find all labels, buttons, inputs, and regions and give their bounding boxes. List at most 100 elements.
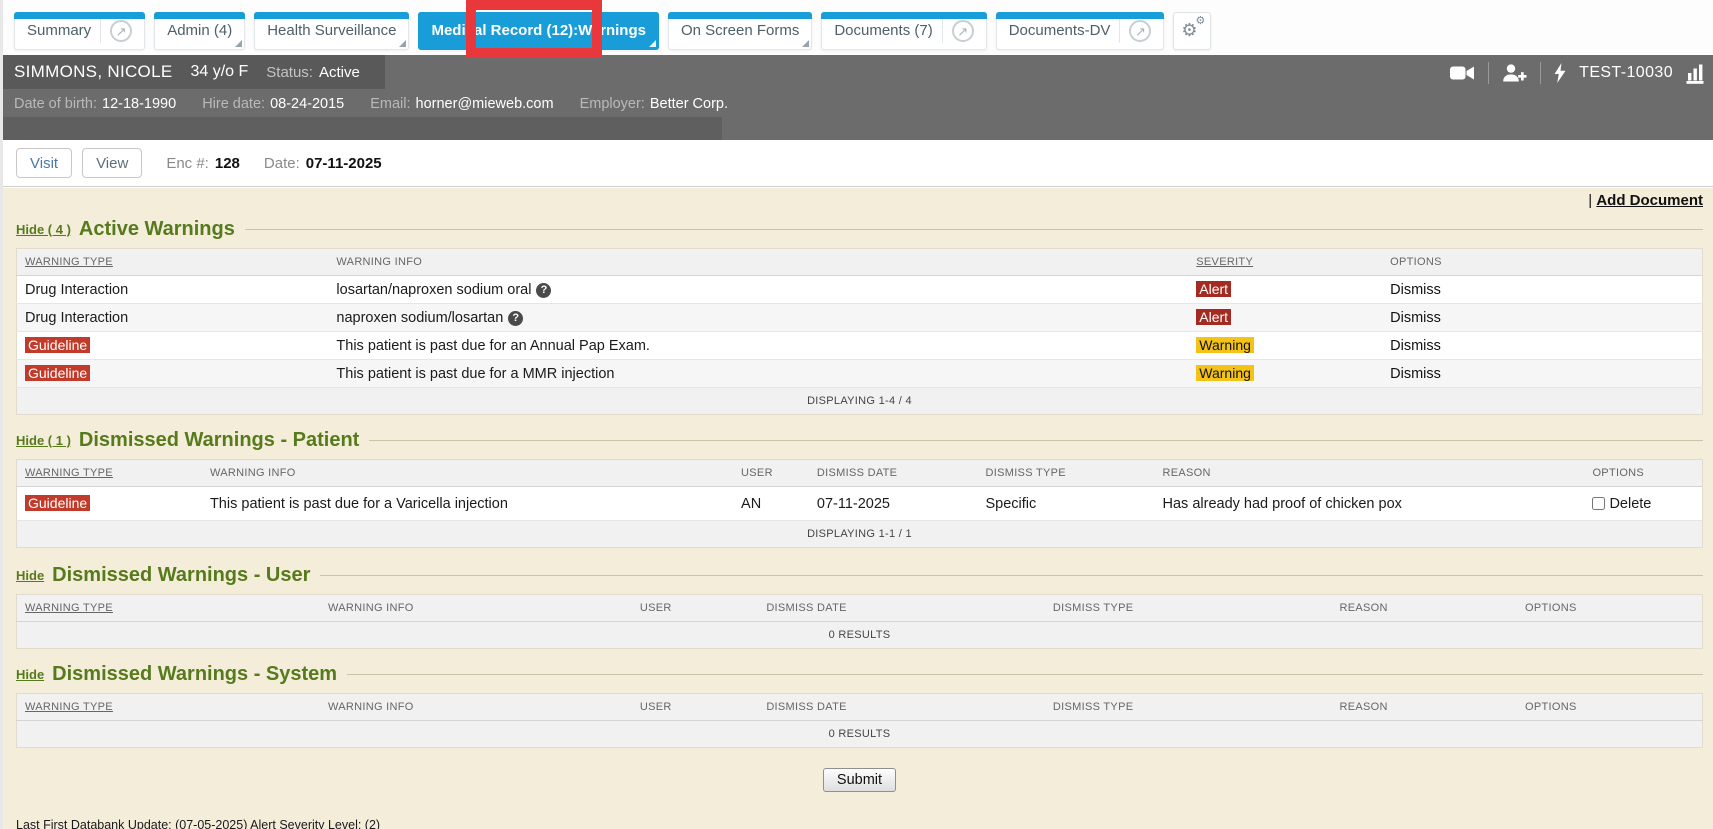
settings-button[interactable]: ⚙ ⚙ <box>1173 12 1211 50</box>
dismiss-link[interactable]: Dismiss <box>1390 310 1441 326</box>
tab-on-screen-forms[interactable]: On Screen Forms <box>668 12 812 50</box>
column-header-dismiss-type: DISMISS TYPE <box>1045 595 1332 622</box>
column-header-reason: REASON <box>1155 460 1585 487</box>
tab-bar: Summary ↗ Admin (4) Health Surveillance … <box>0 0 1713 55</box>
dismiss-reason: Has already had proof of chicken pox <box>1155 487 1585 521</box>
delete-label: Delete <box>1609 496 1651 512</box>
tab-health-surveillance[interactable]: Health Surveillance <box>254 12 409 50</box>
video-camera-icon[interactable] <box>1450 65 1475 81</box>
dob-value: 12-18-1990 <box>102 96 176 112</box>
open-in-new-icon[interactable]: ↗ <box>952 20 974 42</box>
column-header-warning-info: WARNING INFO <box>320 694 632 721</box>
section-title: Active Warnings <box>79 218 235 241</box>
column-header-reason: REASON <box>1332 694 1517 721</box>
column-header-warning-info: WARNING INFO <box>320 595 632 622</box>
submit-button[interactable]: Submit <box>823 768 896 792</box>
tab-summary[interactable]: Summary ↗ <box>14 12 145 50</box>
help-icon[interactable]: ? <box>508 311 523 326</box>
gear-small-icon: ⚙ <box>1196 16 1206 27</box>
submit-row: Submit <box>16 768 1703 792</box>
warning-info: This patient is past due for an Annual P… <box>328 332 1188 360</box>
tab-documents[interactable]: Documents (7) ↗ <box>821 12 986 50</box>
dismiss-type: Specific <box>978 487 1155 521</box>
column-header-warning-type[interactable]: WARNING TYPE <box>25 256 113 268</box>
hide-dismissed-system-link[interactable]: Hide <box>16 667 44 682</box>
dismissed-system-table: WARNING TYPE WARNING INFO USER DISMISS D… <box>16 693 1703 748</box>
dismissed-system-heading: Hide Dismissed Warnings - System <box>16 661 1703 687</box>
hire-date-value: 08-24-2015 <box>270 96 344 112</box>
column-header-user: USER <box>632 694 758 721</box>
tab-label: Medical Record (12):Warnings <box>431 22 645 39</box>
patient-age-sex: 34 y/o F <box>190 63 248 81</box>
add-document-link[interactable]: Add Document <box>1596 192 1703 209</box>
webchart-app: Summary ↗ Admin (4) Health Surveillance … <box>0 0 1713 829</box>
patient-name-strip: SIMMONS, NICOLE 34 y/o F Status: Active <box>0 55 385 89</box>
table-row: Drug Interaction naproxen sodium/losarta… <box>17 304 1703 332</box>
tab-label: Admin (4) <box>167 22 232 39</box>
tab-documents-dv[interactable]: Documents-DV ↗ <box>996 12 1165 50</box>
column-header-warning-type[interactable]: WARNING TYPE <box>25 701 113 713</box>
heading-rule <box>245 229 1703 230</box>
dismiss-date: 07-11-2025 <box>809 487 978 521</box>
table-row: Guideline This patient is past due for a… <box>17 487 1703 521</box>
open-in-new-icon[interactable]: ↗ <box>1129 20 1151 42</box>
column-header-severity[interactable]: SEVERITY <box>1196 256 1253 268</box>
tab-admin[interactable]: Admin (4) <box>154 12 245 50</box>
column-header-options: OPTIONS <box>1584 460 1702 487</box>
column-header-options: OPTIONS <box>1382 249 1702 276</box>
status-value: Active <box>319 64 360 81</box>
patient-header: SIMMONS, NICOLE 34 y/o F Status: Active … <box>0 55 1713 140</box>
tab-label: Health Surveillance <box>267 22 396 39</box>
tab-divider <box>942 19 943 43</box>
column-header-warning-info: WARNING INFO <box>202 460 733 487</box>
visit-button[interactable]: Visit <box>16 148 72 178</box>
patient-name: SIMMONS, NICOLE <box>14 62 172 82</box>
column-header-warning-type[interactable]: WARNING TYPE <box>25 467 113 479</box>
warning-info: This patient is past due for a Varicella… <box>202 487 733 521</box>
column-header-dismiss-date: DISMISS DATE <box>809 460 978 487</box>
patient-id: TEST-10030 <box>1579 64 1673 82</box>
severity-badge: Warning <box>1196 365 1254 381</box>
tab-label: On Screen Forms <box>681 22 799 39</box>
help-icon[interactable]: ? <box>536 283 551 298</box>
column-header-warning-info: WARNING INFO <box>328 249 1188 276</box>
delete-checkbox[interactable] <box>1592 497 1605 510</box>
hire-date-label: Hire date: <box>202 96 265 112</box>
active-warnings-heading: Hide ( 4 ) Active Warnings <box>16 216 1703 242</box>
severity-badge: Warning <box>1196 337 1254 353</box>
column-header-warning-type[interactable]: WARNING TYPE <box>25 602 113 614</box>
view-button[interactable]: View <box>82 148 142 178</box>
table-header-row: WARNING TYPE WARNING INFO USER DISMISS D… <box>17 694 1703 721</box>
hide-dismissed-patient-link[interactable]: Hide ( 1 ) <box>16 433 71 448</box>
column-header-dismiss-date: DISMISS DATE <box>758 595 1045 622</box>
dismiss-link[interactable]: Dismiss <box>1390 338 1441 354</box>
open-in-new-icon[interactable]: ↗ <box>110 20 132 42</box>
column-header-reason: REASON <box>1332 595 1517 622</box>
dismissed-patient-heading: Hide ( 1 ) Dismissed Warnings - Patient <box>16 427 1703 453</box>
hide-dismissed-user-link[interactable]: Hide <box>16 568 44 583</box>
bar-chart-icon[interactable] <box>1686 63 1711 84</box>
divider <box>1540 62 1541 84</box>
empty-results: 0 RESULTS <box>17 721 1703 748</box>
column-header-dismiss-date: DISMISS DATE <box>758 694 1045 721</box>
add-user-icon[interactable] <box>1502 64 1527 82</box>
hide-active-warnings-link[interactable]: Hide ( 4 ) <box>16 222 71 237</box>
tab-label: Documents-DV <box>1009 22 1111 39</box>
window-edge <box>0 0 3 829</box>
table-header-row: WARNING TYPE WARNING INFO USER DISMISS D… <box>17 595 1703 622</box>
enc-date-value: 07-11-2025 <box>306 155 382 172</box>
section-title: Dismissed Warnings - System <box>52 663 337 686</box>
paging-status: DISPLAYING 1-1 / 1 <box>17 521 1703 548</box>
column-header-dismiss-type: DISMISS TYPE <box>978 460 1155 487</box>
tab-medical-record-warnings[interactable]: Medical Record (12):Warnings <box>418 12 658 50</box>
divider <box>1488 62 1489 84</box>
tab-label: Summary <box>27 22 91 39</box>
severity-badge: Alert <box>1196 309 1231 325</box>
lightning-bolt-icon[interactable] <box>1554 63 1566 83</box>
header-shading <box>0 117 722 140</box>
patient-demographics: Date of birth:12-18-1990 Hire date:08-24… <box>14 96 728 112</box>
dismiss-link[interactable]: Dismiss <box>1390 366 1441 382</box>
dismiss-link[interactable]: Dismiss <box>1390 282 1441 298</box>
table-row: Drug Interaction losartan/naproxen sodiu… <box>17 276 1703 304</box>
dismissed-user-table: WARNING TYPE WARNING INFO USER DISMISS D… <box>16 594 1703 649</box>
